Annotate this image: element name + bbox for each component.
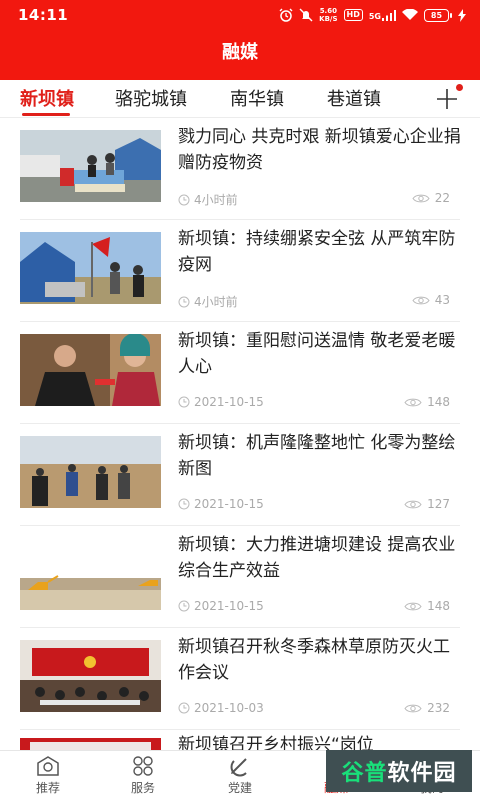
views-label: 22 (434, 191, 450, 205)
article-time: 2021-10-15 (178, 497, 264, 511)
hd-badge: HD (343, 9, 363, 21)
signal-label: 5G (368, 11, 381, 21)
system-icons: 5.60 KB/S HD 5G 85 (279, 7, 466, 23)
article-thumbnail (20, 738, 161, 750)
site-watermark: 谷普 软件园 (326, 750, 472, 792)
signal-icon: 5G (368, 9, 396, 21)
tab-nanhua[interactable]: 南华镇 (230, 85, 284, 111)
status-time: 14:11 (18, 6, 69, 24)
nav-label: 推荐 (35, 781, 60, 795)
status-bar: 14:11 5.60 KB/S HD 5G 85 (0, 0, 480, 30)
article-time: 4小时前 (178, 191, 238, 208)
list-item[interactable]: 新坝镇：大力推进塘坝建设 提高农业综合生产效益 2021-10-15 148 (0, 526, 480, 628)
time-label: 2021-10-15 (194, 497, 264, 511)
eye-icon (404, 704, 422, 712)
time-label: 2021-10-03 (194, 701, 264, 715)
battery-icon: 85 (424, 8, 452, 22)
net-speed: 5.60 KB/S (319, 7, 337, 23)
eye-icon (412, 296, 430, 304)
net-speed-unit: KB/S (319, 15, 338, 23)
notification-dot (456, 84, 463, 91)
article-thumbnail (20, 436, 161, 508)
view-count: 127 (404, 497, 450, 511)
eye-icon (412, 194, 430, 202)
clock-icon (178, 194, 190, 205)
article-thumbnail (20, 232, 161, 304)
view-count: 148 (404, 599, 450, 613)
article-thumbnail (20, 640, 161, 712)
view-count: 232 (404, 701, 450, 715)
recommend-icon (37, 756, 59, 776)
time-label: 4小时前 (194, 295, 238, 309)
nav-party[interactable]: 党建 (210, 755, 270, 796)
list-item[interactable]: 戮力同心 共克时艰 新坝镇爱心企业捐赠防疫物资 4小时前 22 (0, 118, 480, 220)
clock-icon (178, 396, 190, 408)
tab-xinba[interactable]: 新坝镇 (20, 85, 74, 111)
watermark-part1: 谷普 (341, 761, 388, 786)
grid-icon (133, 756, 153, 776)
list-item[interactable]: 新坝镇：机声隆隆整地忙 化零为整绘新图 2021-10-15 127 (0, 424, 480, 526)
nav-label: 党建 (227, 781, 252, 795)
article-time: 2021-10-15 (178, 599, 264, 613)
article-title[interactable]: 新坝镇：机声隆隆整地忙 化零为整绘新图 (178, 430, 463, 482)
article-title[interactable]: 新坝镇：持续绷紧安全弦 从严筑牢防疫网 (178, 226, 463, 278)
channel-tabs: 新坝镇 骆驼城镇 南华镇 巷道镇 (0, 80, 480, 118)
eye-icon (404, 398, 422, 406)
clock-icon (178, 498, 190, 510)
article-thumbnail (20, 130, 161, 202)
article-title[interactable]: 新坝镇：重阳慰问送温情 敬老爱老暖人心 (178, 328, 463, 380)
clock-icon (178, 600, 190, 612)
list-item[interactable]: 新坝镇召开秋冬季森林草原防灭火工作会议 2021-10-03 232 (0, 628, 480, 730)
views-label: 127 (427, 497, 450, 511)
eye-icon (404, 602, 422, 610)
article-thumbnail (20, 334, 161, 406)
views-label: 43 (434, 293, 450, 307)
list-item[interactable]: 新坝镇：重阳慰问送温情 敬老爱老暖人心 2021-10-15 148 (0, 322, 480, 424)
time-label: 2021-10-15 (194, 395, 264, 409)
article-time: 2021-10-03 (178, 701, 264, 715)
views-label: 232 (427, 701, 450, 715)
article-title[interactable]: 新坝镇：大力推进塘坝建设 提高农业综合生产效益 (178, 532, 463, 584)
view-count: 22 (412, 191, 450, 205)
wifi-icon (402, 9, 418, 21)
time-label: 2021-10-15 (194, 599, 264, 613)
view-count: 43 (412, 293, 450, 307)
article-title[interactable]: 戮力同心 共克时艰 新坝镇爱心企业捐赠防疫物资 (178, 124, 463, 176)
time-label: 4小时前 (194, 193, 238, 207)
view-count: 148 (404, 395, 450, 409)
news-feed[interactable]: 戮力同心 共克时艰 新坝镇爱心企业捐赠防疫物资 4小时前 22 新坝镇：持续绷紧… (0, 118, 480, 750)
eye-icon (404, 500, 422, 508)
nav-label: 服务 (130, 781, 155, 795)
views-label: 148 (427, 599, 450, 613)
clock-icon (178, 296, 190, 307)
active-tab-indicator (22, 113, 70, 116)
article-thumbnail (20, 538, 161, 610)
article-time: 2021-10-15 (178, 395, 264, 409)
app-header: 14:11 5.60 KB/S HD 5G 85 融媒 (0, 0, 480, 80)
tab-xiangdao[interactable]: 巷道镇 (327, 85, 381, 111)
mute-icon (299, 8, 313, 22)
nav-service[interactable]: 服务 (113, 755, 173, 796)
clock-icon (178, 702, 190, 714)
list-item[interactable]: 新坝镇召开乡村振兴“岗位 (0, 730, 480, 750)
party-icon (230, 758, 247, 777)
article-title[interactable]: 新坝镇召开乡村振兴“岗位 (178, 732, 463, 750)
net-speed-value: 5.60 (319, 7, 337, 15)
views-label: 148 (427, 395, 450, 409)
watermark-part2: 软件园 (387, 761, 457, 786)
charging-icon (458, 8, 466, 22)
article-time: 4小时前 (178, 293, 238, 310)
article-title[interactable]: 新坝镇召开秋冬季森林草原防灭火工作会议 (178, 634, 463, 686)
page-title: 融媒 (222, 42, 258, 63)
tab-luotuocheng[interactable]: 骆驼城镇 (115, 85, 187, 111)
battery-level: 85 (424, 8, 449, 22)
alarm-icon (279, 8, 293, 22)
nav-recommend[interactable]: 推荐 (18, 755, 78, 796)
list-item[interactable]: 新坝镇：持续绷紧安全弦 从严筑牢防疫网 4小时前 43 (0, 220, 480, 322)
